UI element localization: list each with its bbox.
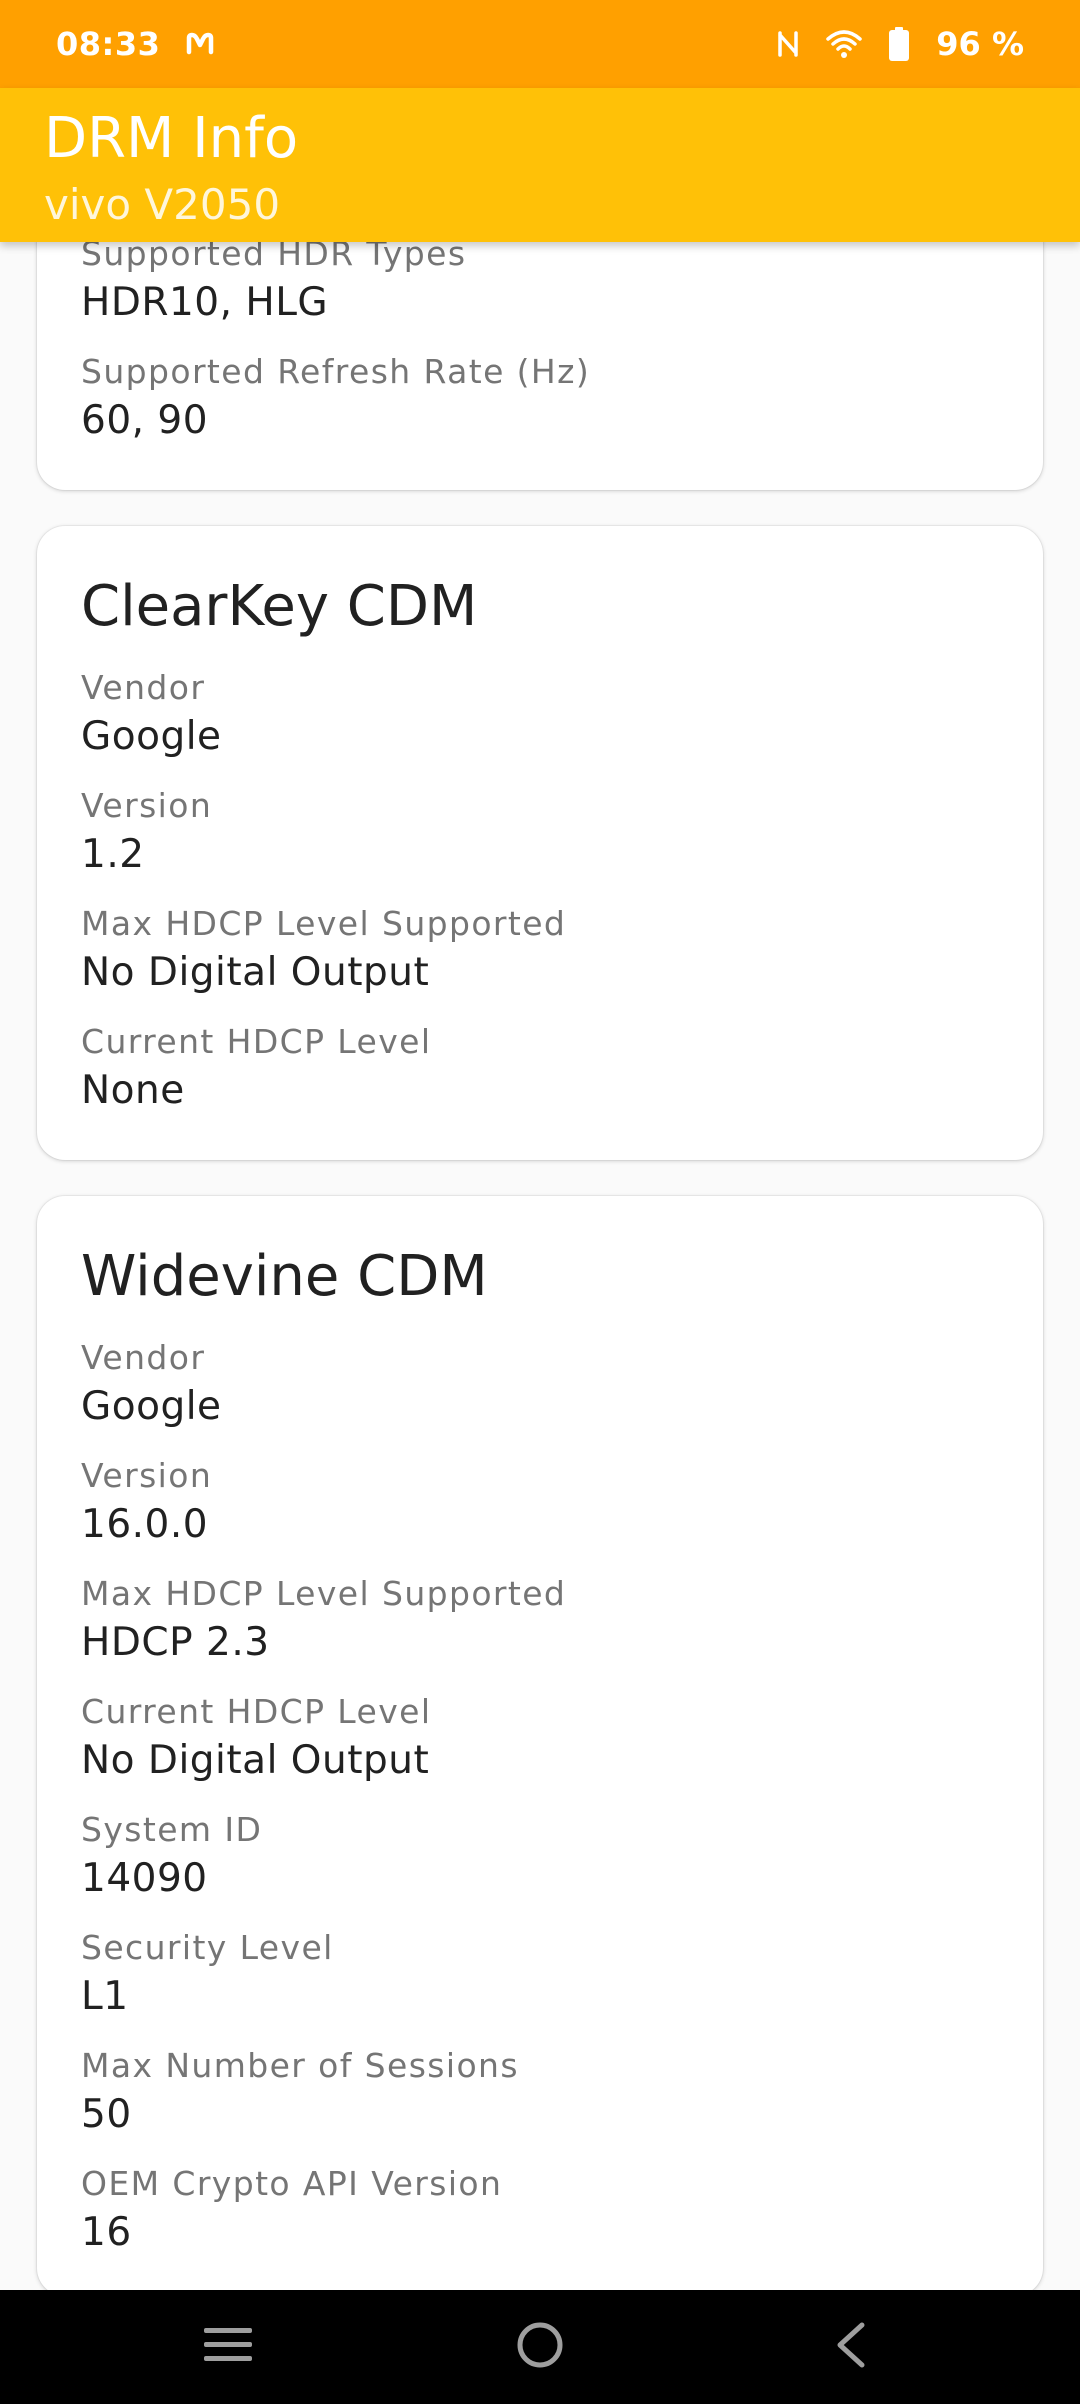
field-label: Supported Refresh Rate (Hz) <box>81 352 591 391</box>
field-value: L1 <box>81 1974 129 2019</box>
field-value: 1.2 <box>81 832 145 877</box>
field-label: Max Number of Sessions <box>81 2046 519 2085</box>
clearkey-card: ClearKey CDM Vendor Google Version 1.2 M… <box>37 526 1043 1160</box>
status-time: 08:33 <box>56 25 161 63</box>
field-value: No Digital Output <box>81 950 430 995</box>
card-title: Widevine CDM <box>81 1244 488 1309</box>
back-button[interactable] <box>770 2290 930 2404</box>
field-value: Google <box>81 1384 222 1429</box>
nfc-icon <box>776 29 800 59</box>
field-value: 14090 <box>81 1856 208 1901</box>
field-label: Version <box>81 1456 213 1495</box>
home-icon <box>515 2320 565 2374</box>
back-icon <box>832 2321 868 2373</box>
field-value: Google <box>81 714 222 759</box>
field-label: OEM Crypto API Version <box>81 2164 503 2203</box>
field-value: HDCP 2.3 <box>81 1620 270 1665</box>
app-bar: DRM Info vivo V2050 <box>0 88 1080 242</box>
battery-percent: 96 % <box>936 25 1024 63</box>
field-label: Vendor <box>81 1338 206 1377</box>
field-label: System ID <box>81 1810 263 1849</box>
card-title: ClearKey CDM <box>81 574 478 639</box>
field-value: No Digital Output <box>81 1738 430 1783</box>
wifi-icon <box>826 29 863 59</box>
field-value: HDR10, HLG <box>81 280 329 325</box>
field-label: Max HDCP Level Supported <box>81 904 567 943</box>
field-value: 16 <box>81 2210 132 2255</box>
field-label: Version <box>81 786 213 825</box>
app-title: DRM Info <box>44 106 299 171</box>
field-label: Security Level <box>81 1928 334 1967</box>
app-subtitle: vivo V2050 <box>44 180 281 229</box>
field-label: Current HDCP Level <box>81 1022 432 1061</box>
recents-button[interactable] <box>148 2290 308 2404</box>
menu-icon <box>202 2325 254 2369</box>
field-value: 16.0.0 <box>81 1502 209 1547</box>
battery-icon <box>888 27 910 61</box>
status-bar: 08:33 96 % <box>0 0 1080 88</box>
field-value: 50 <box>81 2092 132 2137</box>
field-value: 60, 90 <box>81 398 209 443</box>
content-scroll[interactable]: Supported HDR Types HDR10, HLG Supported… <box>0 0 1080 2290</box>
field-label: Current HDCP Level <box>81 1692 432 1731</box>
widevine-card: Widevine CDM Vendor Google Version 16.0.… <box>37 1196 1043 2290</box>
navigation-bar <box>0 2290 1080 2404</box>
field-label: Max HDCP Level Supported <box>81 1574 567 1613</box>
field-label: Vendor <box>81 668 206 707</box>
home-button[interactable] <box>460 2290 620 2404</box>
notification-m-icon <box>186 32 214 56</box>
field-value: None <box>81 1068 185 1113</box>
screen: Supported HDR Types HDR10, HLG Supported… <box>0 0 1080 2404</box>
